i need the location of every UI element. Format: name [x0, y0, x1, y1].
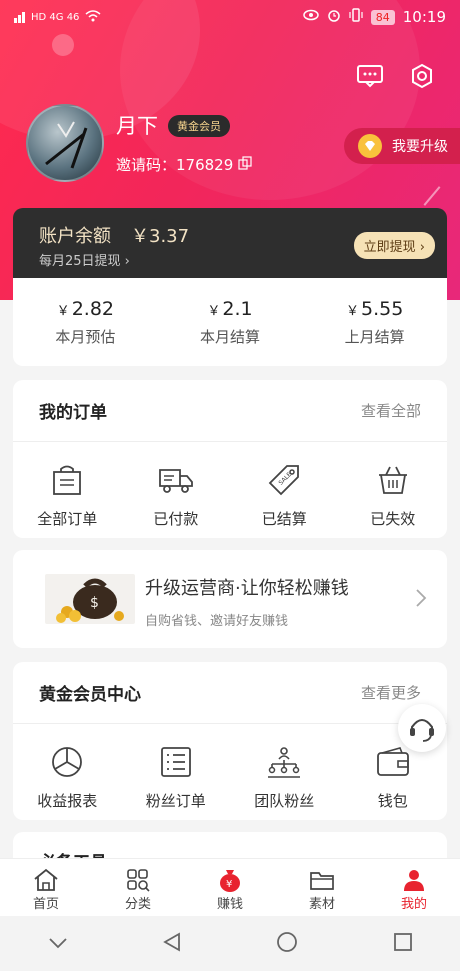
upgrade-button[interactable]: 我要升级 [344, 128, 460, 164]
tab-category-label: 分类 [124, 897, 151, 912]
eye-icon [303, 9, 319, 25]
settings-gear-icon[interactable] [408, 62, 436, 90]
order-invalid[interactable]: 已失效 [348, 460, 438, 529]
fans-orders[interactable]: 粉丝订单 [131, 742, 221, 811]
order-paid-label: 已付款 [153, 510, 199, 528]
home-icon [0, 867, 92, 893]
withdraw-button[interactable]: 立即提现 › [353, 232, 435, 259]
gold-center-view-more-link[interactable]: 查看更多 [361, 682, 421, 703]
user-icon [368, 867, 460, 893]
status-network: HD 4G 46 [31, 12, 80, 23]
promo-banner[interactable]: $ 升级运营商·让你轻松赚钱 自购省钱、邀请好友赚钱 [13, 550, 447, 648]
stat-currency: ￥ [346, 304, 360, 319]
earnings-stats: ￥ 2.82 本月预估 ￥ 2.1 本月结算 ￥ 5.55 上月结算 [13, 278, 447, 366]
bag-icon [22, 460, 112, 500]
stat-last-month-settled[interactable]: ￥ 5.55 上月结算 [302, 278, 447, 366]
team-fans-label: 团队粉丝 [254, 792, 315, 810]
chevron-right-icon [415, 588, 427, 613]
order-settled[interactable]: SALE 已结算 [239, 460, 329, 529]
order-settled-label: 已结算 [261, 510, 307, 528]
upgrade-label: 我要升级 [392, 139, 448, 155]
username: 月下 [116, 114, 158, 138]
member-level-badge: 黄金会员 [168, 115, 230, 137]
stat-label: 上月结算 [344, 328, 405, 346]
stat-this-month-settled[interactable]: ￥ 2.1 本月结算 [158, 278, 303, 366]
stat-value: 5.55 [361, 298, 404, 320]
collapse-chevron-icon[interactable] [48, 934, 68, 953]
order-all[interactable]: 全部订单 [22, 460, 112, 529]
orders-view-all-link[interactable]: 查看全部 [361, 400, 421, 421]
money-bag-icon: ¥ [184, 867, 276, 893]
svg-text:$: $ [90, 595, 99, 611]
status-bar: HD 4G 46 84 10:19 [0, 0, 460, 38]
income-report-label: 收益报表 [37, 792, 98, 810]
promo-subtitle: 自购省钱、邀请好友赚钱 [145, 614, 289, 629]
signal-icon [14, 12, 25, 23]
balance-card: 账户余额 ￥3.37 每月25日提现 › 立即提现 › [13, 208, 447, 278]
stat-currency: ￥ [56, 304, 70, 319]
truck-icon [131, 460, 221, 500]
recents-square-icon[interactable] [393, 932, 413, 956]
tab-material[interactable]: 素材 [276, 859, 368, 916]
battery-indicator: 84 [370, 9, 395, 25]
stat-label: 本月预估 [55, 328, 116, 346]
tab-material-label: 素材 [308, 897, 335, 912]
order-all-label: 全部订单 [37, 510, 98, 528]
fans-orders-label: 粉丝订单 [145, 792, 206, 810]
gold-center-card: 黄金会员中心 查看更多 收益报表 粉丝订单 团队粉丝 钱包 [13, 662, 447, 820]
wallet[interactable]: 钱包 [348, 742, 438, 811]
list-icon [131, 742, 221, 782]
avatar[interactable] [26, 104, 104, 182]
wifi-icon [85, 10, 101, 25]
svg-text:¥: ¥ [226, 879, 232, 890]
customer-service-headset-icon[interactable] [398, 704, 446, 752]
stat-value: 2.1 [222, 298, 253, 320]
message-icon[interactable] [356, 62, 384, 90]
pie-chart-icon [22, 742, 112, 782]
tag-icon: SALE [239, 460, 329, 500]
home-circle-icon[interactable] [276, 931, 298, 957]
stat-label: 本月结算 [200, 328, 261, 346]
copy-icon[interactable] [238, 155, 252, 174]
order-paid[interactable]: 已付款 [131, 460, 221, 529]
income-report[interactable]: 收益报表 [22, 742, 112, 811]
stat-this-month-estimate[interactable]: ￥ 2.82 本月预估 [13, 278, 158, 366]
bottom-tab-bar: 首页 分类 ¥ 赚钱 素材 我的 [0, 858, 460, 916]
tab-earn[interactable]: ¥ 赚钱 [184, 859, 276, 916]
wallet-label: 钱包 [377, 792, 408, 810]
tab-mine-label: 我的 [400, 897, 427, 912]
invite-code[interactable]: 邀请码：176829 [116, 154, 252, 175]
team-icon [239, 742, 329, 782]
order-invalid-label: 已失效 [370, 510, 416, 528]
promo-title: 升级运营商·让你轻松赚钱 [145, 578, 349, 599]
stat-currency: ￥ [207, 304, 221, 319]
vibrate-icon [349, 8, 363, 26]
orders-card: 我的订单 查看全部 全部订单 已付款 SALE 已结算 已失效 [13, 380, 447, 538]
basket-icon [348, 460, 438, 500]
alarm-icon [327, 8, 341, 26]
tab-mine[interactable]: 我的 [368, 859, 460, 916]
tab-earn-label: 赚钱 [216, 897, 243, 912]
category-icon [92, 867, 184, 893]
folder-icon [276, 867, 368, 893]
back-triangle-icon[interactable] [162, 931, 181, 956]
withdraw-note[interactable]: 每月25日提现 › [39, 250, 130, 269]
tab-home-label: 首页 [32, 897, 59, 912]
status-time: 10:19 [402, 8, 446, 26]
system-navigation-bar [0, 916, 460, 971]
diamond-icon [358, 134, 382, 158]
tab-category[interactable]: 分类 [92, 859, 184, 916]
gold-center-title: 黄金会员中心 [39, 685, 141, 705]
money-bag-illustration: $ [45, 574, 135, 624]
tab-home[interactable]: 首页 [0, 859, 92, 916]
invite-code-text: 邀请码：176829 [116, 156, 234, 174]
stat-value: 2.82 [71, 298, 114, 320]
team-fans[interactable]: 团队粉丝 [239, 742, 329, 811]
orders-title: 我的订单 [39, 403, 107, 423]
balance-label: 账户余额 [39, 226, 111, 247]
balance-amount: ￥3.37 [131, 226, 190, 247]
